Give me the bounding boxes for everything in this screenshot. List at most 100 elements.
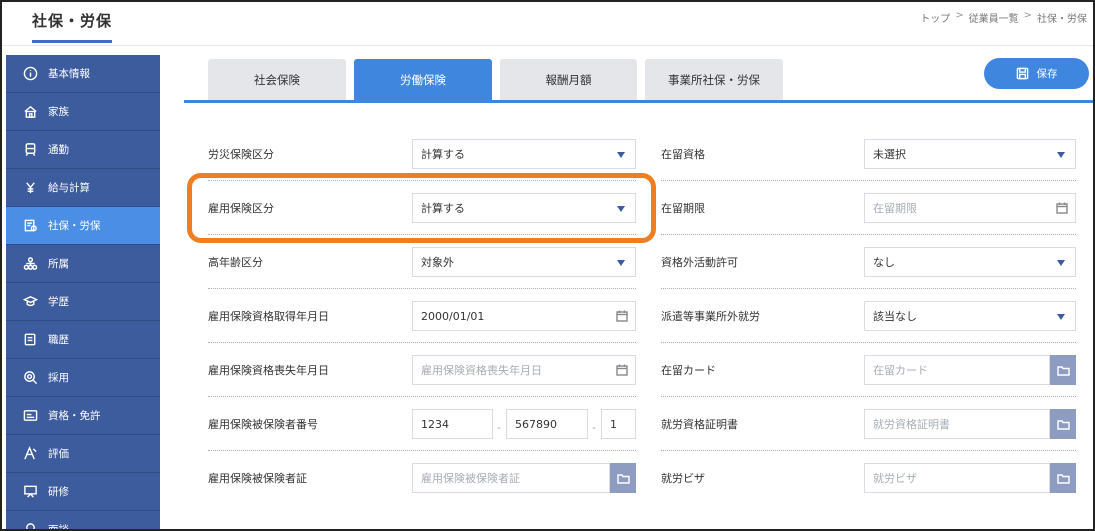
sidebar-item-family[interactable]: 家族 xyxy=(6,93,160,131)
save-button[interactable]: 保存 xyxy=(984,58,1089,89)
input-value: 1234 xyxy=(421,417,449,431)
insured-number-part3[interactable]: 1 xyxy=(601,409,636,439)
select-value: 計算する xyxy=(421,148,465,161)
sidebar-item-training[interactable]: 研修 xyxy=(6,473,160,511)
form-row-lost-date: 雇用保険資格喪失年月日 雇用保険資格喪失年月日 xyxy=(208,343,636,397)
employment-insurance-select[interactable]: 計算する xyxy=(412,193,636,223)
acquired-date-input[interactable]: 2000/01/01 xyxy=(412,301,636,331)
save-icon xyxy=(1016,67,1028,80)
breadcrumb: トップ > 従業員一覧 > 社保・労保 xyxy=(920,10,1087,25)
folder-icon xyxy=(1056,419,1070,430)
tab-office-insurance[interactable]: 事業所社保・労保 xyxy=(645,59,783,100)
dispatch-select[interactable]: 該当なし xyxy=(864,301,1076,331)
number-separator: - xyxy=(497,421,501,434)
extra-activity-select[interactable]: なし xyxy=(864,247,1076,277)
sidebar-item-label: 学歴 xyxy=(48,296,69,308)
sidebar-item-commute[interactable]: 通勤 xyxy=(6,131,160,169)
input-value: 2000/01/01 xyxy=(421,309,485,323)
form-row-work-cert: 就労資格証明書 就労資格証明書 xyxy=(661,397,1076,451)
field-label: 高年齢区分 xyxy=(208,256,263,269)
page-title: 社保・労保 xyxy=(32,12,113,30)
field-label: 在留カード xyxy=(661,364,716,377)
form-row-employment-insurance: 雇用保険区分 計算する xyxy=(208,181,636,235)
field-label: 派遣等事業所外就労 xyxy=(661,310,760,323)
field-label: 雇用保険資格喪失年月日 xyxy=(208,364,329,377)
train-icon xyxy=(22,142,38,158)
form-row-dispatch: 派遣等事業所外就労 該当なし xyxy=(661,289,1076,343)
sidebar-item-interview[interactable]: 面談 xyxy=(6,511,160,531)
sidebar-item-evaluation[interactable]: 評価 xyxy=(6,435,160,473)
field-label: 就労ビザ xyxy=(661,472,705,485)
interview-icon xyxy=(22,522,38,531)
sidebar-item-label: 所属 xyxy=(48,258,69,270)
breadcrumb-separator: > xyxy=(955,10,964,21)
number-separator: - xyxy=(592,421,596,434)
folder-icon xyxy=(1056,473,1070,484)
select-value: 対象外 xyxy=(421,256,454,269)
sidebar-item-payroll[interactable]: 給与計算 xyxy=(6,169,160,207)
sidebar-item-label: 研修 xyxy=(48,486,69,498)
calendar-icon[interactable] xyxy=(616,364,628,376)
sidebar-item-recruitment[interactable]: 採用 xyxy=(6,359,160,397)
sidebar-item-label: 通勤 xyxy=(48,144,69,156)
insured-number-part1[interactable]: 1234 xyxy=(412,409,493,439)
form-row-workers-comp: 労災保険区分 計算する xyxy=(208,127,636,181)
sidebar-item-basic-info[interactable]: 基本情報 xyxy=(6,55,160,93)
tab-labor-insurance[interactable]: 労働保険 xyxy=(354,59,492,100)
workers-comp-select[interactable]: 計算する xyxy=(412,139,636,169)
money-icon xyxy=(22,180,38,196)
title-underline xyxy=(32,40,112,43)
field-label: 雇用保険被保険者番号 xyxy=(208,418,318,431)
breadcrumb-separator: > xyxy=(1023,10,1032,21)
input-value: 1 xyxy=(610,417,617,431)
work-cert-input[interactable]: 就労資格証明書 xyxy=(864,409,1050,439)
caret-down-icon xyxy=(1057,260,1065,266)
form-row-residence-status: 在留資格 未選択 xyxy=(661,127,1076,181)
folder-button[interactable] xyxy=(1050,463,1076,493)
insured-cert-input[interactable]: 雇用保険被保険者証 xyxy=(412,463,610,493)
sidebar-item-affiliation[interactable]: 所属 xyxy=(6,245,160,283)
sidebar-item-work-history[interactable]: 職歴 xyxy=(6,321,160,359)
tab-monthly-remuneration[interactable]: 報酬月額 xyxy=(500,59,637,100)
form-row-extra-activity: 資格外活動許可 なし xyxy=(661,235,1076,289)
sidebar-item-label: 家族 xyxy=(48,106,69,118)
residence-status-select[interactable]: 未選択 xyxy=(864,139,1076,169)
house-icon xyxy=(22,104,38,120)
sidebar-item-label: 給与計算 xyxy=(48,182,90,194)
graduation-cap-icon xyxy=(22,294,38,310)
input-placeholder: 雇用保険資格喪失年月日 xyxy=(421,364,542,377)
sidebar-item-licenses[interactable]: 資格・免許 xyxy=(6,397,160,435)
sidebar-item-insurance[interactable]: 社保・労保 xyxy=(6,207,160,245)
work-visa-input[interactable]: 就労ビザ xyxy=(864,463,1050,493)
residence-card-input[interactable]: 在留カード xyxy=(864,355,1050,385)
form-row-senior: 高年齢区分 対象外 xyxy=(208,235,636,289)
folder-button[interactable] xyxy=(1050,355,1076,385)
breadcrumb-employee-list[interactable]: 従業員一覧 xyxy=(969,10,1019,25)
caret-down-icon xyxy=(617,152,625,158)
calendar-icon[interactable] xyxy=(616,310,628,322)
caret-down-icon xyxy=(1057,314,1065,320)
field-label: 労災保険区分 xyxy=(208,148,274,161)
folder-button[interactable] xyxy=(1050,409,1076,439)
form-row-insured-cert: 雇用保険被保険者証 雇用保険被保険者証 xyxy=(208,451,636,505)
field-label: 在留期限 xyxy=(661,202,705,215)
input-placeholder: 就労資格証明書 xyxy=(873,418,950,431)
breadcrumb-top[interactable]: トップ xyxy=(920,10,950,25)
sidebar-item-label: 基本情報 xyxy=(48,68,90,80)
form-row-acquired-date: 雇用保険資格取得年月日 2000/01/01 xyxy=(208,289,636,343)
senior-select[interactable]: 対象外 xyxy=(412,247,636,277)
tab-social-insurance[interactable]: 社会保険 xyxy=(208,59,346,100)
select-value: 該当なし xyxy=(873,310,917,323)
sidebar-item-label: 評価 xyxy=(48,448,69,460)
residence-period-input[interactable]: 在留期限 xyxy=(864,193,1076,223)
select-value: なし xyxy=(873,256,895,269)
input-placeholder: 在留カード xyxy=(873,364,928,377)
lost-date-input[interactable]: 雇用保険資格喪失年月日 xyxy=(412,355,636,385)
insured-number-part2[interactable]: 567890 xyxy=(506,409,588,439)
tab-bar: 社会保険 労働保険 報酬月額 事業所社保・労保 xyxy=(208,59,783,100)
folder-button[interactable] xyxy=(610,463,636,493)
sidebar-item-label: 採用 xyxy=(48,372,69,384)
sidebar-item-label: 面談 xyxy=(48,524,69,531)
calendar-icon[interactable] xyxy=(1056,202,1068,214)
sidebar-item-education[interactable]: 学歴 xyxy=(6,283,160,321)
